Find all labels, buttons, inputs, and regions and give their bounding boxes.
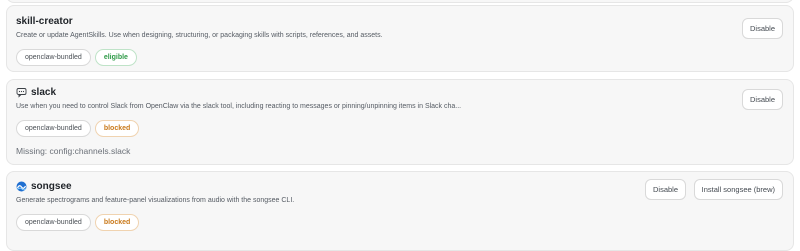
tag-source: openclaw-bundled — [16, 120, 91, 137]
tag-status: blocked — [94, 214, 140, 231]
skill-card-slack: slack Use when you need to control Slack… — [6, 79, 794, 165]
skill-tags: openclaw-bundled blocked — [16, 120, 140, 137]
tag-source: openclaw-bundled — [16, 214, 91, 231]
disable-button[interactable]: Disable — [741, 89, 783, 110]
missing-requirement: Missing: config:channels.slack — [16, 146, 131, 156]
skill-tags: openclaw-bundled blocked — [16, 214, 140, 231]
previous-card-edge — [6, 0, 794, 3]
disable-button[interactable]: Disable — [741, 18, 783, 39]
tag-source: openclaw-bundled — [16, 49, 91, 66]
install-button[interactable]: Install songsee (brew) — [693, 179, 783, 200]
disable-button[interactable]: Disable — [644, 179, 686, 200]
skill-tags: openclaw-bundled eligible — [16, 49, 137, 66]
skill-description: Create or update AgentSkills. Use when d… — [16, 32, 383, 39]
tag-status: eligible — [94, 49, 137, 66]
skill-card-songsee: songsee Generate spectrograms and featur… — [6, 171, 794, 251]
tag-status: blocked — [94, 120, 140, 137]
skill-description: Use when you need to control Slack from … — [16, 103, 462, 110]
skill-title: slack — [31, 87, 57, 98]
skill-card-skill-creator: skill-creator Create or update AgentSkil… — [6, 5, 794, 72]
wave-icon — [16, 181, 27, 192]
speech-bubble-icon — [16, 87, 27, 98]
skill-title: songsee — [31, 181, 72, 192]
skill-title: skill-creator — [16, 16, 73, 27]
skill-description: Generate spectrograms and feature-panel … — [16, 197, 295, 204]
